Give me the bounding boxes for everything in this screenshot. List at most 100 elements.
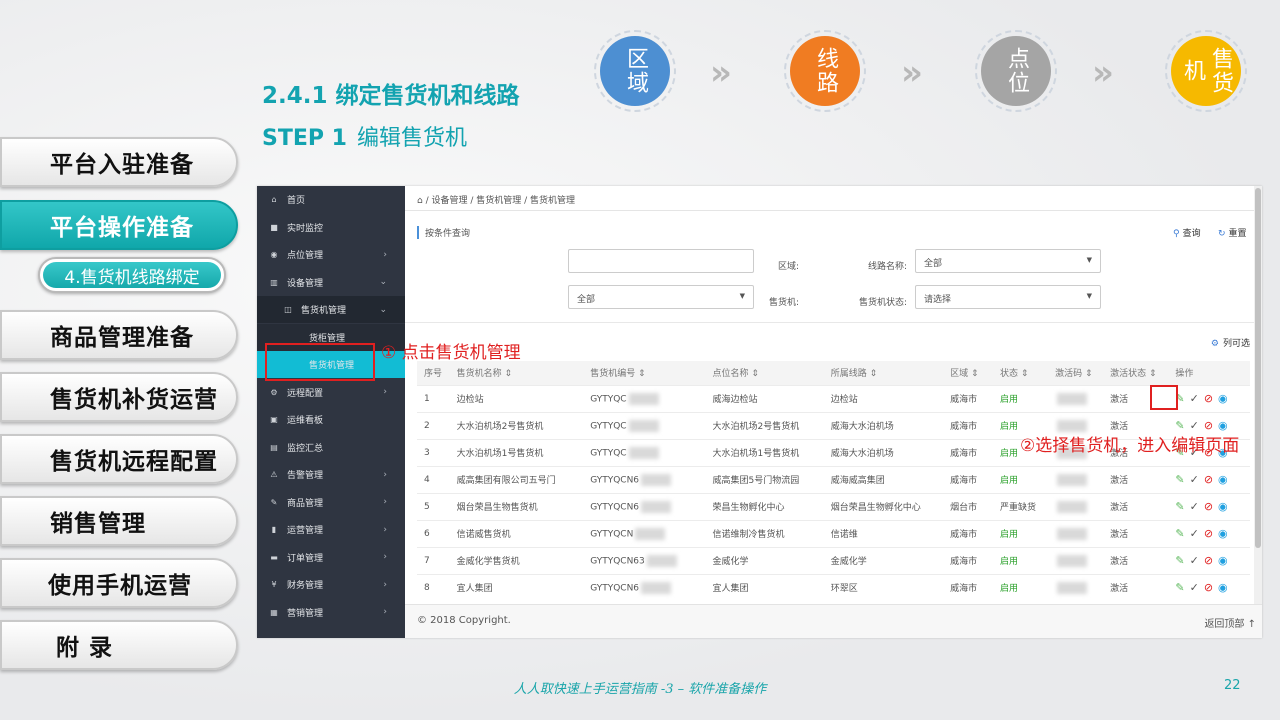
table-cell: 大水泊机场1号售货机 — [705, 438, 824, 466]
step-label: 点位 — [981, 36, 1051, 106]
approve-icon[interactable]: ✓ — [1190, 527, 1199, 540]
left-nav-item[interactable]: 平台入驻准备 — [0, 137, 238, 187]
approve-icon[interactable]: ✓ — [1190, 392, 1199, 405]
table-cell: 8 — [417, 573, 450, 601]
sidebar-item[interactable]: ✎ 商品管理 › — [257, 489, 405, 516]
column-header[interactable]: 序号 — [417, 361, 450, 385]
column-header[interactable]: 状态 ⇕ — [993, 361, 1048, 385]
row-actions: ✎ ✓ ⊘ ◉ — [1168, 492, 1250, 520]
column-header[interactable]: 区域 ⇕ — [943, 361, 993, 385]
approve-icon[interactable]: ✓ — [1190, 581, 1199, 594]
status-select[interactable]: 请选择 ▼ — [915, 285, 1101, 309]
left-nav-item[interactable]: 售货机补货运营 — [0, 372, 238, 422]
cell-text: 烟台荣昌生物售货机 — [456, 503, 538, 513]
left-nav-item[interactable]: 售货机远程配置 — [0, 434, 238, 484]
table-cell: 威海边检站 — [705, 384, 824, 412]
table-row[interactable]: 4 威高集团有限公司五号门 GYTYQCN6 威高集团5号门物流园 威海威高集团 威海市 启… — [417, 465, 1250, 493]
sidebar-item[interactable]: ⚙ 远程配置 › — [257, 379, 405, 406]
sidebar-item[interactable]: ▦ 营销管理 › — [257, 599, 405, 626]
table-row[interactable]: 6 信诺威售货机 GYTYQCN 信诺维制冷售货机 信诺维 威海市 启用 激活 ✎ ✓ ⊘ ◉ — [417, 519, 1250, 547]
disable-icon[interactable]: ⊘ — [1204, 500, 1213, 513]
table-row[interactable]: 5 烟台荣昌生物售货机 GYTYQCN6 荣昌生物孵化中心 烟台荣昌生物孵化中心 烟台市 严… — [417, 492, 1250, 520]
cell-text: 大水泊机场2号售货机 — [456, 422, 544, 432]
scrollbar[interactable] — [1254, 186, 1262, 604]
row-actions: ✎ ✓ ⊘ ◉ — [1168, 465, 1250, 493]
column-header[interactable]: 操作 — [1168, 361, 1250, 385]
table-row[interactable]: 1 边检站 GYTYQC 威海边检站 边检站 威海市 启用 激活 ✎ ✓ ⊘ ◉ — [417, 384, 1250, 412]
cell-text: 宜人集团 — [712, 584, 749, 595]
sidebar-item[interactable]: ▤ 监控汇总 — [257, 434, 405, 461]
view-icon[interactable]: ◉ — [1218, 473, 1228, 486]
view-icon[interactable]: ◉ — [1218, 392, 1228, 405]
row-actions: ✎ ✓ ⊘ ◉ — [1168, 546, 1250, 574]
approve-icon[interactable]: ✓ — [1190, 554, 1199, 567]
left-subtab[interactable]: 4.售货机线路绑定 — [38, 257, 226, 293]
view-icon[interactable]: ◉ — [1218, 527, 1228, 540]
table-cell — [1048, 465, 1104, 493]
edit-icon[interactable]: ✎ — [1175, 527, 1184, 540]
table-cell: 信诺威售货机 — [449, 519, 584, 547]
view-icon[interactable]: ◉ — [1218, 500, 1228, 513]
table-cell: 边检站 — [823, 384, 944, 412]
table-cell: 启用 — [993, 573, 1049, 601]
table-row[interactable]: 8 宜人集团 GYTYQCN6 宜人集团 环翠区 威海市 启用 激活 ✎ ✓ ⊘ ◉ — [417, 573, 1250, 601]
area-input[interactable] — [568, 249, 754, 273]
cell-text: GYTYQC — [590, 421, 627, 431]
table-row[interactable]: 7 金威化学售货机 GYTYQCN63 金威化学 金威化学 威海市 启用 激活 ✎ ✓ ⊘ ◉ — [417, 546, 1250, 574]
sidebar-item[interactable]: ◉ 点位管理 › — [257, 241, 405, 268]
cell-text: 金威化学售货机 — [456, 557, 520, 567]
sidebar-item[interactable]: ⚠ 告警管理 › — [257, 461, 405, 488]
machine-select[interactable]: 全部 ▼ — [568, 285, 754, 309]
column-header[interactable]: 所属线路 ⇕ — [824, 361, 943, 385]
column-header[interactable]: 激活状态 ⇕ — [1103, 361, 1168, 385]
approve-icon[interactable]: ✓ — [1190, 500, 1199, 513]
sidebar-item[interactable]: ⌂ 首页 — [257, 186, 405, 213]
redacted-blur — [1057, 527, 1088, 540]
edit-icon[interactable]: ✎ — [1175, 500, 1184, 513]
edit-icon: ✎ — [270, 497, 278, 507]
row-actions: ✎ ✓ ⊘ ◉ — [1168, 573, 1250, 601]
route-select[interactable]: 全部 ▼ — [915, 249, 1101, 273]
sidebar-item[interactable]: ▮ 运营管理 › — [257, 516, 405, 543]
left-nav-item[interactable]: 商品管理准备 — [0, 310, 238, 360]
cell-text: 激活 — [1110, 584, 1129, 595]
approve-icon[interactable]: ✓ — [1190, 473, 1199, 486]
disable-icon[interactable]: ⊘ — [1204, 554, 1213, 567]
sidebar-item[interactable]: ▣ 运维看板 — [257, 406, 405, 433]
view-icon[interactable]: ◉ — [1218, 581, 1228, 594]
edit-icon[interactable]: ✎ — [1175, 581, 1184, 594]
table-cell: 启用 — [993, 465, 1049, 493]
disable-icon[interactable]: ⊘ — [1204, 527, 1213, 540]
redacted-blur — [1057, 500, 1088, 513]
disable-icon[interactable]: ⊘ — [1204, 473, 1213, 486]
table-cell: 威海市 — [943, 465, 994, 493]
file-icon: ▤ — [270, 442, 278, 452]
column-header[interactable]: 售货机编号 ⇕ — [583, 361, 705, 385]
column-header[interactable]: 点位名称 ⇕ — [706, 361, 824, 385]
sidebar-item-label: 告警管理 — [287, 471, 324, 481]
edit-icon[interactable]: ✎ — [1175, 554, 1184, 567]
sidebar-item[interactable]: ▬ 订单管理 › — [257, 544, 405, 571]
back-to-top-link[interactable]: 返回顶部 ↑ — [1204, 615, 1256, 630]
cell-text: 威高集团有限公司五号门 — [456, 476, 556, 486]
disable-icon[interactable]: ⊘ — [1204, 392, 1213, 405]
disable-icon[interactable]: ⊘ — [1204, 581, 1213, 594]
left-nav-item[interactable]: 附 录 — [0, 620, 238, 670]
column-header[interactable]: 售货机名称 ⇕ — [450, 361, 584, 385]
cell-text: GYTYQCN — [590, 529, 634, 539]
yen-icon: ¥ — [271, 580, 277, 589]
sidebar-item[interactable]: ◫ 售货机管理 ⌄ — [257, 296, 405, 323]
left-nav-item[interactable]: 平台操作准备 — [0, 200, 238, 250]
sidebar-item[interactable]: ¥ 财务管理 › — [257, 571, 405, 598]
reset-button[interactable]: ↻ 重置 — [1218, 226, 1247, 239]
left-nav-item[interactable]: 销售管理 — [0, 496, 238, 546]
sidebar-item[interactable]: ■ 实时监控 — [257, 214, 405, 241]
query-button[interactable]: ⚲ 查询 — [1173, 226, 1201, 239]
left-nav-item[interactable]: 使用手机运营 — [0, 558, 238, 608]
column-header[interactable]: 激活码 ⇕ — [1048, 361, 1103, 385]
scrollbar-thumb[interactable] — [1255, 188, 1261, 548]
view-icon[interactable]: ◉ — [1218, 554, 1228, 567]
edit-icon[interactable]: ✎ — [1175, 473, 1184, 486]
column-options-button[interactable]: ⚙ 列可选 — [1211, 336, 1250, 349]
sidebar-item[interactable]: ▥ 设备管理 ⌄ — [257, 269, 405, 296]
